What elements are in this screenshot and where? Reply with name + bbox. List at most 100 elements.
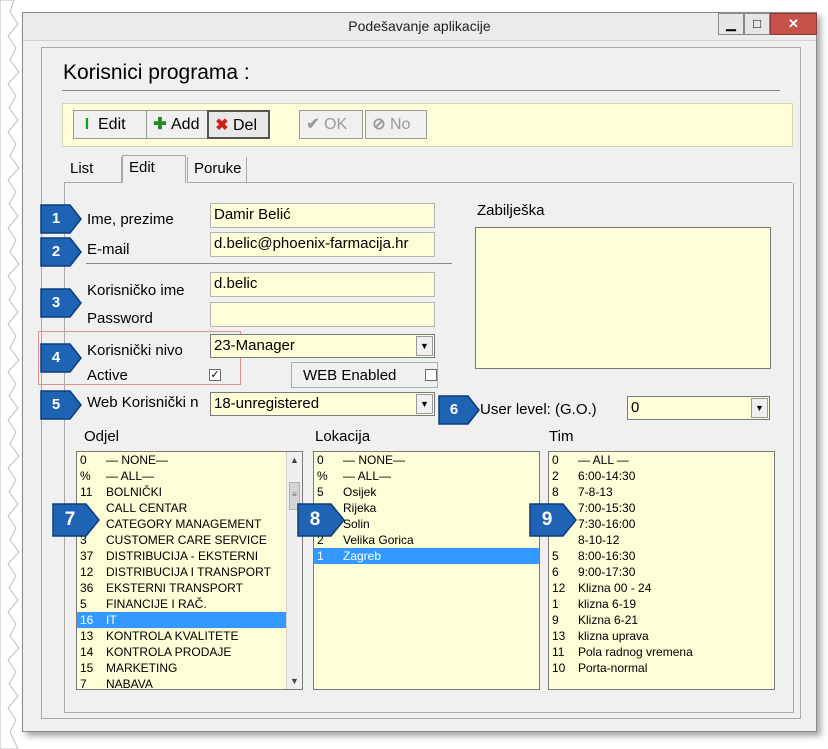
scroll-down-icon[interactable]: ▼	[287, 673, 302, 689]
note-textarea[interactable]	[475, 227, 771, 369]
list-item[interactable]: 7:30-16:00	[549, 516, 774, 532]
list-item[interactable]: 5 Osijek	[314, 484, 539, 500]
odjel-label: Odjel	[84, 428, 120, 445]
maximize-button[interactable]: □	[744, 13, 770, 35]
list-item[interactable]: 36 EKSTERNI TRANSPORT	[77, 580, 302, 596]
chevron-down-icon[interactable]: ▼	[416, 336, 433, 356]
odjel-scrollbar[interactable]: ▲ ≡ ▼	[286, 452, 302, 689]
list-item[interactable]: 37 DISTRIBUCIJA - EKSTERNI	[77, 548, 302, 564]
list-item[interactable]: 2 Velika Gorica	[314, 532, 539, 548]
list-item-code: 11	[552, 645, 565, 659]
list-item[interactable]: 5 8:00-16:30	[549, 548, 774, 564]
list-item[interactable]: 8 7-8-13	[549, 484, 774, 500]
list-item[interactable]: Solin	[314, 516, 539, 532]
list-item[interactable]: Rijeka	[314, 500, 539, 516]
email-label: E-mail	[87, 241, 130, 258]
scroll-up-icon[interactable]: ▲	[287, 452, 302, 468]
list-item[interactable]: 11 BOLNIČKI	[77, 484, 302, 500]
callout-number: 6	[449, 401, 459, 418]
list-item[interactable]: 1 Zagreb	[314, 548, 539, 564]
list-item[interactable]: 7 NABAVA	[77, 676, 302, 690]
list-item[interactable]: 13 klizna uprava	[549, 628, 774, 644]
user-level-label: Korisnički nivo	[87, 342, 183, 359]
ok-button[interactable]: ✔ OK	[299, 110, 363, 139]
active-checkbox[interactable]: ✓	[209, 369, 221, 381]
no-button[interactable]: ⊘ No	[365, 110, 427, 139]
edit-cursor-icon: I	[84, 116, 90, 133]
list-item[interactable]: 0 — ALL —	[549, 452, 774, 468]
tab-edit[interactable]: Edit	[122, 155, 186, 183]
list-item[interactable]: 8-10-12	[549, 532, 774, 548]
list-item-code: 14	[80, 645, 94, 659]
web-enabled-checkbox[interactable]	[425, 369, 437, 381]
chevron-down-icon[interactable]: ▼	[416, 394, 433, 414]
web-enabled-label: WEB Enabled	[303, 367, 397, 384]
list-item[interactable]: 9 Klizna 6-21	[549, 612, 774, 628]
close-button[interactable]: ✕	[770, 13, 817, 35]
callout-number: 9	[541, 509, 553, 530]
list-item-code: %	[317, 469, 328, 483]
list-item-code: 8	[552, 485, 559, 499]
list-item[interactable]: 2 6:00-14:30	[549, 468, 774, 484]
username-field[interactable]: d.belic	[210, 272, 435, 297]
tab-list[interactable]: List	[64, 157, 122, 183]
minimize-button[interactable]: ▁	[718, 13, 744, 35]
list-item[interactable]: 5 FINANCIJE I RAČ.	[77, 596, 302, 612]
list-item[interactable]: 3 CUSTOMER CARE SERVICE	[77, 532, 302, 548]
list-item[interactable]: 15 MARKETING	[77, 660, 302, 676]
list-item-code: 0	[317, 453, 324, 467]
list-item[interactable]: 1 klizna 6-19	[549, 596, 774, 612]
user-level-go-select[interactable]: 0 ▼	[627, 396, 770, 420]
list-item-code: 7	[80, 677, 87, 690]
list-item[interactable]: 10 Porta-normal	[549, 660, 774, 676]
plus-icon: ✚	[153, 116, 167, 133]
add-button[interactable]: ✚ Add	[146, 110, 208, 139]
list-item[interactable]: % — ALL—	[314, 468, 539, 484]
user-level-select[interactable]: 23-Manager ▼	[210, 334, 435, 358]
list-item[interactable]: 0 — NONE—	[314, 452, 539, 468]
password-field[interactable]	[210, 302, 435, 327]
list-item-name: Klizna 6-21	[578, 613, 639, 627]
web-user-select[interactable]: 18-unregistered ▼	[210, 392, 435, 416]
list-item-name: — NONE—	[343, 453, 406, 467]
list-item[interactable]: 0 — NONE—	[77, 452, 302, 468]
tab-poruke[interactable]: Poruke	[187, 157, 247, 183]
window-title: Podešavanje aplikacije	[348, 18, 491, 34]
callout-badge: 1	[38, 203, 84, 235]
list-item-name: DISTRIBUCIJA I TRANSPORT	[106, 565, 271, 579]
list-item[interactable]: 12 Klizna 00 - 24	[549, 580, 774, 596]
email-field[interactable]: d.belic@phoenix-farmacija.hr	[210, 232, 435, 257]
edit-button[interactable]: I Edit	[73, 110, 147, 139]
delete-button[interactable]: ✖ Del	[207, 110, 270, 139]
list-item[interactable]: 7:00-15:30	[549, 500, 774, 516]
lokacija-list[interactable]: 0 — NONE—% — ALL— 5 Osijek Rijeka Solin 2 Velika…	[313, 451, 540, 690]
delete-x-icon: ✖	[215, 117, 229, 134]
list-item-name: Klizna 00 - 24	[578, 581, 652, 595]
list-item[interactable]: CATEGORY MANAGEMENT	[77, 516, 302, 532]
list-item-code: 16	[80, 613, 94, 627]
list-item-code: 5	[552, 549, 559, 563]
list-item[interactable]: 6 9:00-17:30	[549, 564, 774, 580]
username-label: Korisničko ime	[87, 282, 185, 299]
chevron-down-icon[interactable]: ▼	[751, 398, 768, 418]
list-item[interactable]: 12 DISTRIBUCIJA I TRANSPORT	[77, 564, 302, 580]
title-bar[interactable]: Podešavanje aplikacije ▁ □ ✕	[23, 13, 817, 41]
list-item-name: IT	[106, 613, 117, 627]
callout-number: 5	[51, 396, 61, 413]
list-item[interactable]: 14 KONTROLA PRODAJE	[77, 644, 302, 660]
list-item[interactable]: CALL CENTAR	[77, 500, 302, 516]
tim-list[interactable]: 0 — ALL — 2 6:00-14:30 8 7-8-13 7:00-15:30 7:30…	[548, 451, 775, 690]
no-button-label: No	[390, 116, 411, 133]
edit-button-label: Edit	[98, 116, 126, 133]
list-item[interactable]: 13 KONTROLA KVALITETE	[77, 628, 302, 644]
list-item[interactable]: % — ALL—	[77, 468, 302, 484]
list-item-code: 11	[80, 485, 93, 499]
list-item-code: 0	[80, 453, 87, 467]
list-item-name: Solin	[343, 517, 370, 531]
web-user-label: Web Korisnički n	[87, 394, 199, 411]
list-item[interactable]: 11 Pola radnog vremena	[549, 644, 774, 660]
callout-badge: 3	[38, 287, 84, 319]
list-item[interactable]: 16 IT	[77, 612, 302, 628]
odjel-list[interactable]: 0 — NONE—% — ALL— 11 BOLNIČKI CALL CENTAR CATE…	[76, 451, 303, 690]
name-field[interactable]: Damir Belić	[210, 203, 435, 228]
